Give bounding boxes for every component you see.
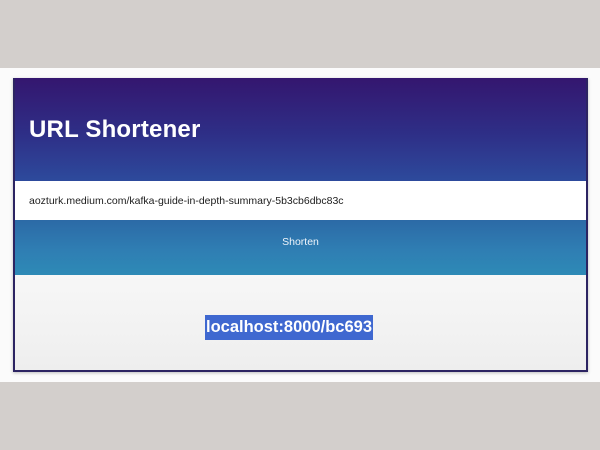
app-header: URL Shortener (15, 78, 586, 181)
shorten-button-label: Shorten (282, 235, 319, 248)
shorten-button[interactable]: Shorten (15, 220, 586, 275)
browser-viewport: URL Shortener Shorten localhost:8000/bc6… (0, 68, 600, 382)
result-area: localhost:8000/bc693 (15, 275, 586, 370)
url-input[interactable] (15, 181, 586, 220)
short-url-link[interactable]: localhost:8000/bc693 (205, 315, 373, 340)
url-shortener-card: URL Shortener Shorten localhost:8000/bc6… (13, 78, 588, 372)
page-title: URL Shortener (29, 116, 201, 143)
